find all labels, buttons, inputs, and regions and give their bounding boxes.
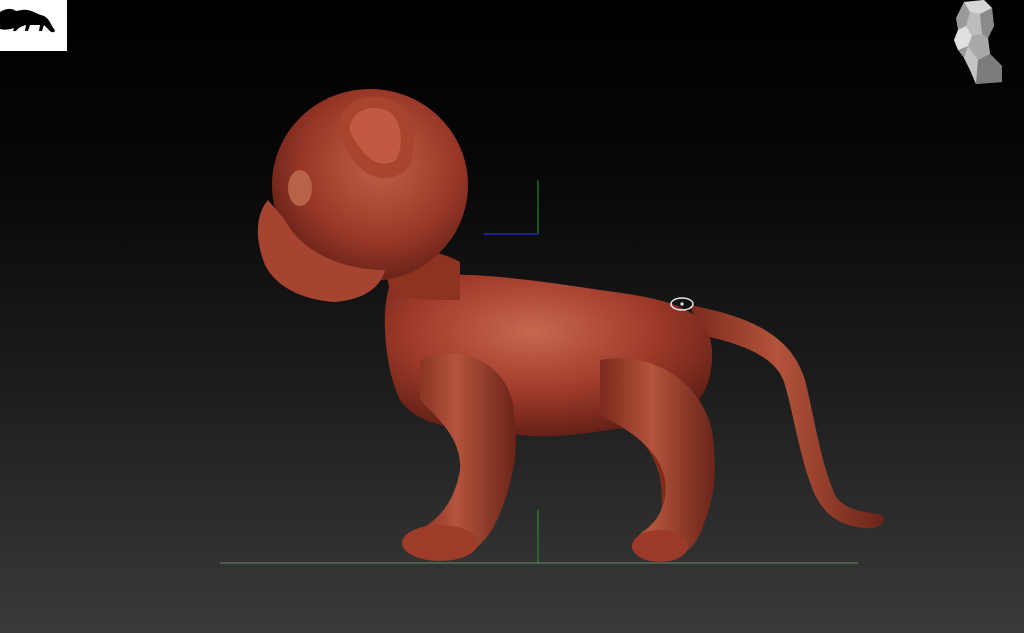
- sculpt-canvas[interactable]: [0, 0, 1024, 633]
- front-leg: [406, 353, 516, 556]
- brush-cursor-center: [680, 302, 684, 306]
- cat-model[interactable]: [257, 89, 885, 562]
- hind-paw: [632, 530, 688, 562]
- front-paw: [402, 525, 478, 561]
- eye-socket: [288, 170, 312, 206]
- tail: [690, 305, 885, 529]
- sculpt-viewport[interactable]: [0, 0, 1024, 633]
